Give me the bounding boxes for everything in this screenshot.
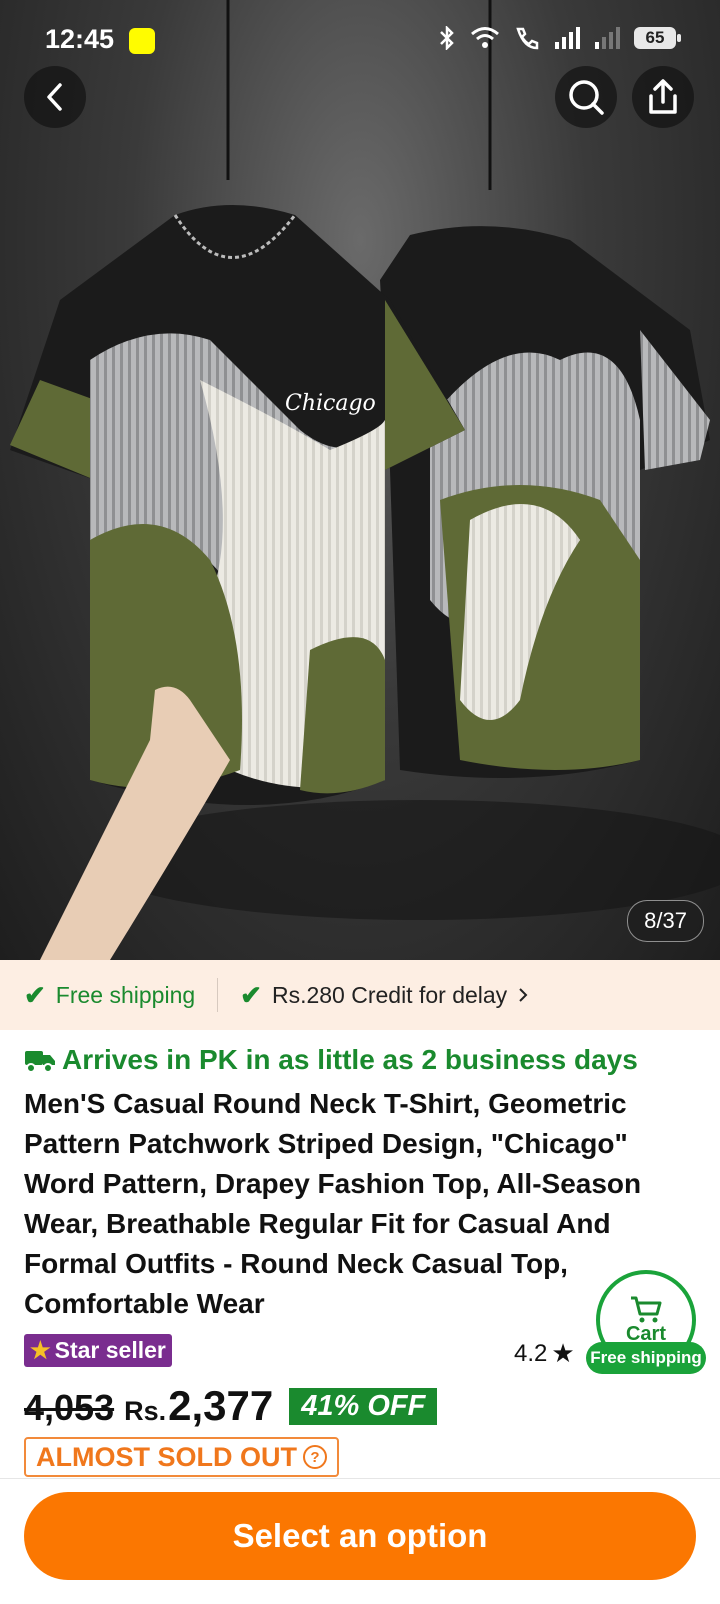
delay-credit-info[interactable]: ✔ Rs.280 Credit for delay: [240, 980, 529, 1011]
back-icon: [47, 83, 62, 111]
stock-status[interactable]: ALMOST SOLD OUT ?: [24, 1437, 339, 1477]
discount-badge: 41% OFF: [289, 1387, 438, 1425]
sale-price: 2,377: [168, 1382, 274, 1429]
shirt-print-text: Chicago: [285, 391, 376, 416]
cart-free-shipping-badge: Free shipping: [586, 1342, 706, 1374]
star-seller-badge[interactable]: ★ Star seller: [24, 1334, 172, 1367]
truck-icon: [25, 1051, 55, 1073]
star-icon: ★: [551, 1338, 575, 1368]
star-seller-label: Star seller: [54, 1337, 166, 1363]
search-button[interactable]: [555, 66, 617, 128]
status-time: 12:45: [45, 24, 115, 54]
share-icon: [649, 79, 677, 114]
signal-icon: [555, 27, 580, 49]
product-image-gallery[interactable]: Chicago 12:45 65 8/37: [0, 0, 720, 960]
wifi-icon: [471, 27, 499, 48]
chevron-right-icon: [519, 988, 528, 1002]
battery-indicator: 65: [634, 27, 681, 49]
status-icons: 65: [438, 26, 681, 50]
free-shipping-info[interactable]: ✔ Free shipping: [24, 980, 195, 1011]
bluetooth-icon: [440, 26, 454, 50]
free-shipping-label: Free shipping: [55, 981, 196, 1008]
check-icon: ✔: [24, 979, 46, 1010]
rating-value: 4.2: [514, 1339, 548, 1367]
snapchat-icon: [129, 28, 155, 54]
delivery-estimate-text: Arrives in PK in as little as 2 business…: [62, 1044, 638, 1075]
product-rating[interactable]: 4.2 ★: [514, 1338, 575, 1369]
product-title: Men'S Casual Round Neck T-Shirt, Geometr…: [24, 1088, 642, 1319]
bottom-divider: [0, 1478, 720, 1479]
delivery-estimate: Arrives in PK in as little as 2 business…: [24, 1044, 638, 1076]
signal-weak-icon: [595, 27, 620, 49]
star-icon: ★: [30, 1337, 51, 1363]
call-icon: [516, 27, 539, 50]
cart-icon: [631, 1296, 662, 1322]
delay-credit-label: Rs.280 Credit for delay: [271, 981, 508, 1008]
share-button[interactable]: [632, 66, 694, 128]
divider: [217, 978, 219, 1012]
currency-label: Rs.: [124, 1396, 167, 1426]
image-counter: 8/37: [627, 900, 704, 942]
product-photo: Chicago: [10, 0, 720, 960]
search-icon: [569, 80, 604, 115]
price-row: 4,053 Rs. 2,377 41% OFF: [24, 1382, 438, 1430]
select-option-button[interactable]: Select an option: [24, 1492, 696, 1580]
stock-status-label: ALMOST SOLD OUT: [36, 1441, 297, 1472]
status-bar: 12:45 65: [0, 0, 720, 80]
help-icon[interactable]: ?: [302, 1445, 327, 1469]
check-icon: ✔: [240, 979, 262, 1010]
shipping-strip[interactable]: ✔ Free shipping ✔ Rs.280 Credit for dela…: [0, 960, 720, 1030]
original-price: 4,053: [24, 1387, 115, 1428]
back-button[interactable]: [24, 66, 86, 128]
